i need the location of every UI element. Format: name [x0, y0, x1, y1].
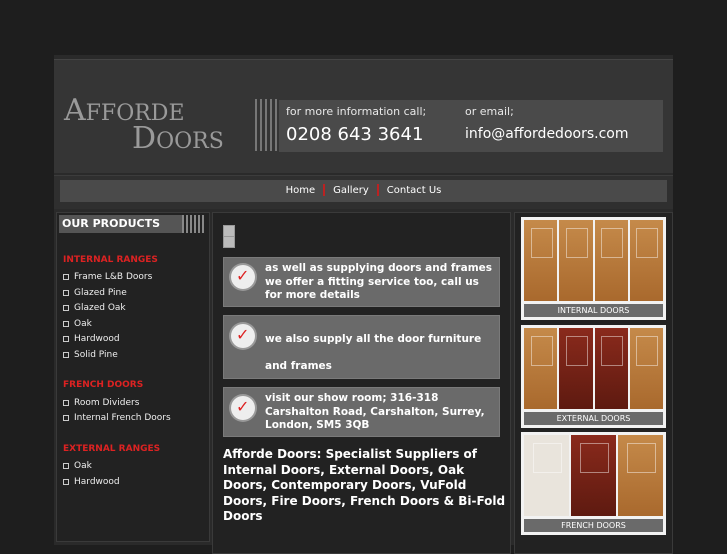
logo-text: A — [64, 93, 86, 128]
nav-home[interactable]: Home — [278, 185, 324, 196]
main-content: as well as supplying doors and frames we… — [212, 212, 511, 554]
sidebar-link[interactable]: Glazed Oak — [63, 303, 126, 313]
category-heading: FRENCH DOORS — [63, 380, 144, 390]
category-heading: EXTERNAL RANGES — [63, 444, 161, 454]
door-image — [559, 220, 593, 301]
info-box-text: we also supply all the door furniture an… — [265, 333, 482, 372]
check-icon — [231, 265, 255, 289]
door-categories: INTERNAL DOORS EXTERNAL DOORS FRENCH DOO… — [514, 212, 673, 554]
category-card-external[interactable]: EXTERNAL DOORS — [521, 325, 666, 428]
page-wrapper: AFFORDE DOORS for more information call;… — [54, 55, 673, 554]
sidebar-link[interactable]: Oak — [63, 461, 92, 471]
info-box-showroom: visit our show room; 316-318 Carshalton … — [223, 387, 500, 437]
sidebar-link[interactable]: Hardwood — [63, 477, 120, 487]
card-caption: EXTERNAL DOORS — [524, 412, 663, 425]
top-band — [0, 0, 727, 55]
sidebar-title: OUR PRODUCTS — [59, 215, 182, 233]
category-card-french[interactable]: FRENCH DOORS — [521, 432, 666, 535]
door-images — [524, 328, 663, 409]
sidebar-link[interactable]: Internal French Doors — [63, 413, 171, 423]
door-image — [629, 220, 663, 301]
door-image — [559, 328, 593, 409]
door-images — [524, 220, 663, 301]
door-image — [524, 435, 569, 516]
check-icon — [231, 324, 255, 348]
door-images — [524, 435, 663, 516]
logo[interactable]: AFFORDE DOORS — [64, 96, 224, 154]
door-image — [524, 220, 558, 301]
card-caption: INTERNAL DOORS — [524, 304, 663, 317]
door-image — [629, 328, 663, 409]
info-box-furniture: we also supply all the door furniture an… — [223, 315, 500, 379]
header: AFFORDE DOORS for more information call;… — [54, 59, 673, 173]
products-sidebar: OUR PRODUCTS INTERNAL RANGES Frame L&B D… — [56, 212, 210, 542]
category-card-internal[interactable]: INTERNAL DOORS — [521, 217, 666, 320]
door-image — [618, 435, 663, 516]
nav-bar: Home Gallery Contact Us — [54, 175, 673, 209]
info-box-text: visit our show room; 316-318 Carshalton … — [265, 392, 485, 431]
sidebar-link[interactable]: Room Dividers — [63, 398, 139, 408]
sidebar-link[interactable]: Hardwood — [63, 334, 120, 344]
email-label: or email; — [465, 105, 514, 118]
card-caption: FRENCH DOORS — [524, 519, 663, 532]
decorative-stripes — [255, 99, 277, 151]
info-box-text: as well as supplying doors and frames we… — [265, 262, 493, 301]
logo-text: D — [132, 121, 157, 156]
phone-number[interactable]: 0208 643 3641 — [286, 124, 423, 145]
check-icon — [231, 396, 255, 420]
category-heading: INTERNAL RANGES — [63, 255, 158, 265]
sidebar-link[interactable]: Glazed Pine — [63, 288, 127, 298]
email-link[interactable]: info@affordedoors.com — [465, 126, 628, 142]
sidebar-link[interactable]: Frame L&B Doors — [63, 272, 152, 282]
door-image — [571, 435, 616, 516]
info-box-fitting: as well as supplying doors and frames we… — [223, 257, 500, 307]
decorative-stripes — [182, 215, 206, 233]
nav-contact[interactable]: Contact Us — [379, 185, 450, 196]
contact-info: for more information call; or email; 020… — [279, 100, 663, 152]
door-image — [594, 328, 628, 409]
broken-image-icon — [223, 236, 235, 248]
nav-gallery[interactable]: Gallery — [325, 185, 377, 196]
page-heading: Afforde Doors: Specialist Suppliers of I… — [223, 447, 506, 523]
phone-label: for more information call; — [286, 105, 427, 118]
logo-text: OORS — [156, 129, 224, 154]
door-image — [594, 220, 628, 301]
nav-menu: Home Gallery Contact Us — [60, 180, 667, 202]
sidebar-link[interactable]: Solid Pine — [63, 350, 118, 360]
door-image — [524, 328, 558, 409]
sidebar-link[interactable]: Oak — [63, 319, 92, 329]
